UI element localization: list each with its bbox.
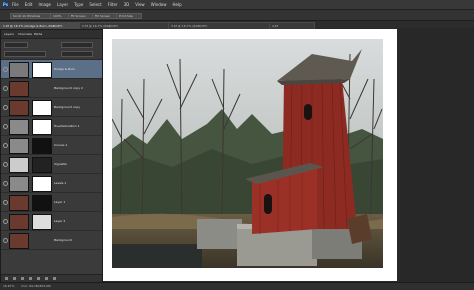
fx-icon[interactable] bbox=[13, 277, 16, 280]
photoshop-logo: Ps bbox=[2, 1, 9, 8]
layer-name: Levels 1 bbox=[54, 181, 67, 185]
menu-type[interactable]: Type bbox=[74, 2, 83, 7]
menu-file[interactable]: File bbox=[12, 2, 19, 7]
layer-mask[interactable] bbox=[32, 62, 52, 78]
layer-row[interactable]: Background bbox=[1, 231, 102, 250]
mask-icon[interactable] bbox=[21, 277, 24, 280]
options-bar: Scroll All Windows 100% Fit Screen Fill … bbox=[0, 10, 474, 21]
layers-panel-footer bbox=[1, 274, 102, 282]
menu-bar: Ps File Edit Image Layer Type Select Fil… bbox=[0, 0, 474, 10]
layer-mask[interactable] bbox=[32, 119, 52, 135]
layer-name: Layer 1 bbox=[54, 200, 66, 204]
menu-edit[interactable]: Edit bbox=[25, 2, 33, 7]
layer-thumbnail bbox=[9, 119, 29, 135]
document-canvas[interactable] bbox=[100, 29, 397, 281]
new-layer-icon[interactable] bbox=[45, 277, 48, 280]
eye-icon[interactable] bbox=[3, 219, 8, 224]
tab-paths[interactable]: Paths bbox=[34, 32, 42, 36]
layers-options bbox=[1, 39, 102, 60]
eye-icon[interactable] bbox=[3, 67, 8, 72]
fill-field[interactable] bbox=[61, 51, 93, 57]
menu-image[interactable]: Image bbox=[38, 2, 51, 7]
opacity-field[interactable] bbox=[61, 42, 93, 48]
eye-icon[interactable] bbox=[3, 124, 8, 129]
layer-thumbnail bbox=[9, 138, 29, 154]
photo-image bbox=[112, 39, 383, 268]
layer-row[interactable]: Layer 2 bbox=[1, 212, 102, 231]
photo-scene bbox=[112, 39, 383, 268]
zoom-100-button[interactable]: 100% bbox=[50, 13, 70, 19]
layer-name: Curves 1 bbox=[54, 143, 68, 147]
adjustment-icon[interactable] bbox=[29, 277, 32, 280]
eye-icon[interactable] bbox=[3, 143, 8, 148]
layer-thumbnail bbox=[9, 81, 29, 97]
layer-mask[interactable] bbox=[32, 214, 52, 230]
layer-row[interactable]: Levels 1 bbox=[1, 174, 102, 193]
tab-layers[interactable]: Layers bbox=[4, 32, 14, 36]
menu-select[interactable]: Select bbox=[89, 2, 101, 7]
layer-row[interactable]: Layer 1 bbox=[1, 193, 102, 212]
eye-icon[interactable] bbox=[3, 86, 8, 91]
layer-mask[interactable] bbox=[32, 195, 52, 211]
eye-icon[interactable] bbox=[3, 238, 8, 243]
fill-screen-button[interactable]: Fill Screen bbox=[92, 13, 118, 19]
folder-icon[interactable] bbox=[37, 277, 40, 280]
layer-thumbnail bbox=[9, 195, 29, 211]
layer-name: Background bbox=[54, 238, 72, 242]
layer-thumbnail bbox=[9, 100, 29, 116]
layer-name: Dodge & Burn bbox=[54, 67, 76, 71]
zoom-readout[interactable]: 16.67% bbox=[3, 284, 14, 288]
layers-list: Dodge & Burn Background copy 2 Backgroun… bbox=[1, 60, 102, 250]
layer-name: Layer 2 bbox=[54, 219, 66, 223]
layer-name: Vignette bbox=[54, 162, 67, 166]
layer-name: Background copy bbox=[54, 105, 81, 109]
menu-view[interactable]: View bbox=[135, 2, 145, 7]
blend-mode-select[interactable] bbox=[4, 42, 28, 48]
tab-channels[interactable]: Channels bbox=[18, 32, 32, 36]
layer-thumbnail bbox=[9, 62, 29, 78]
eye-icon[interactable] bbox=[3, 162, 8, 167]
print-size-button[interactable]: Print Size bbox=[116, 13, 142, 19]
eye-icon[interactable] bbox=[3, 181, 8, 186]
layer-thumbnail bbox=[9, 233, 29, 249]
layer-name: Background copy 2 bbox=[54, 86, 83, 90]
menu-layer[interactable]: Layer bbox=[57, 2, 68, 7]
layer-thumbnail bbox=[9, 176, 29, 192]
layer-mask[interactable] bbox=[32, 157, 52, 173]
menu-items: File Edit Image Layer Type Select Filter… bbox=[12, 2, 182, 7]
layer-row[interactable]: Background copy 2 bbox=[1, 79, 102, 98]
canvas-area[interactable] bbox=[100, 29, 474, 281]
layers-panel-tabs: Layers Channels Paths bbox=[1, 30, 102, 39]
doc-size: Doc: 69.1M/454.0M bbox=[21, 284, 51, 288]
lock-options[interactable] bbox=[4, 51, 46, 57]
layer-row[interactable]: Vignette bbox=[1, 155, 102, 174]
menu-3d[interactable]: 3D bbox=[124, 2, 130, 7]
layer-mask[interactable] bbox=[32, 100, 52, 116]
layer-name: Hue/Saturation 1 bbox=[54, 124, 80, 128]
layer-thumbnail bbox=[9, 214, 29, 230]
eye-icon[interactable] bbox=[3, 200, 8, 205]
eye-icon[interactable] bbox=[3, 105, 8, 110]
document-tabs: 1.tif @ 16.7% (Dodge & Burn, RGB/16*) 2.… bbox=[0, 21, 474, 30]
menu-help[interactable]: Help bbox=[172, 2, 181, 7]
layer-mask[interactable] bbox=[32, 138, 52, 154]
menu-window[interactable]: Window bbox=[151, 2, 167, 7]
scroll-all-windows-checkbox[interactable]: Scroll All Windows bbox=[10, 13, 52, 19]
menu-filter[interactable]: Filter bbox=[108, 2, 118, 7]
layer-row[interactable]: Dodge & Burn bbox=[1, 60, 102, 79]
trash-icon[interactable] bbox=[53, 277, 56, 280]
layer-thumbnail bbox=[9, 157, 29, 173]
layer-row[interactable]: Background copy bbox=[1, 98, 102, 117]
layer-mask[interactable] bbox=[32, 176, 52, 192]
layer-row[interactable]: Hue/Saturation 1 bbox=[1, 117, 102, 136]
layers-panel: Layers Channels Paths Dodge & Burn Backg… bbox=[0, 29, 103, 283]
fit-screen-button[interactable]: Fit Screen bbox=[68, 13, 94, 19]
link-icon[interactable] bbox=[5, 277, 8, 280]
layer-row[interactable]: Curves 1 bbox=[1, 136, 102, 155]
